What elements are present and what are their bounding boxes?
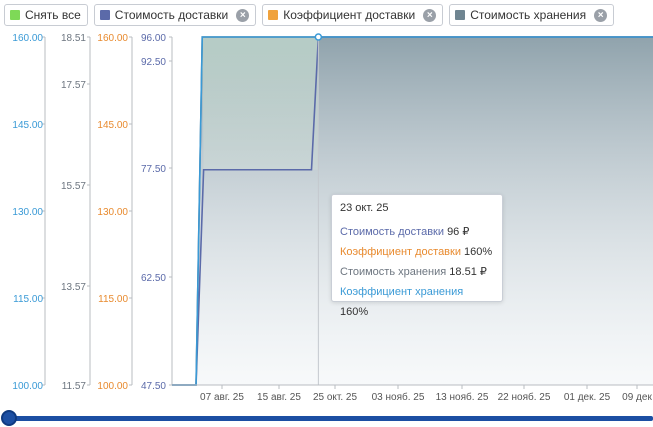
tooltip-row: Стоимость доставки 96 ₽: [340, 222, 494, 242]
y-tick-label: 18.51: [61, 33, 86, 44]
legend-label: Стоимость хранения: [470, 8, 587, 22]
legend: Снять все Стоимость доставки × Коэффицие…: [4, 4, 615, 26]
x-tick-label: 03 нояб. 25: [372, 391, 425, 403]
tooltip-row: Коэффициент хранения 160%: [340, 282, 494, 318]
y-tick-label: 130.00: [97, 207, 128, 218]
slider-handle[interactable]: [1, 410, 17, 426]
legend-item-delivery-cost[interactable]: Стоимость доставки ×: [93, 4, 257, 26]
y-tick-label: 62.50: [141, 273, 166, 284]
x-tick-label: 01 дек. 25: [564, 392, 611, 403]
legend-item-delivery-coef[interactable]: Коэффициент доставки ×: [262, 4, 444, 26]
select-all-button[interactable]: Снять все: [4, 4, 88, 26]
x-tick-label: 07 авг. 25: [200, 392, 244, 403]
x-tick-label: 25 окт. 25: [313, 392, 358, 403]
remove-icon[interactable]: ×: [423, 8, 437, 22]
legend-swatch: [268, 10, 279, 20]
y-tick-label: 92.50: [141, 57, 166, 68]
y-tick-label: 13.57: [61, 282, 86, 293]
tooltip-value: 160%: [340, 306, 369, 318]
tooltip-label: Коэффициент доставки: [340, 246, 461, 258]
tooltip-label: Коэффициент хранения: [340, 286, 464, 298]
remove-icon[interactable]: ×: [236, 8, 250, 22]
delivery-cost-area: [202, 37, 319, 170]
select-all-swatch: [10, 10, 20, 20]
hover-point: [314, 33, 323, 41]
legend-label: Коэффициент доставки: [283, 8, 416, 22]
y-tick-label: 96.00: [141, 33, 166, 44]
tooltip-label: Стоимость хранения: [340, 266, 447, 278]
tooltip-value: 96 ₽: [447, 226, 470, 238]
y-tick-label: 115.00: [98, 294, 128, 305]
legend-item-storage-cost[interactable]: Стоимость хранения ×: [449, 4, 615, 26]
tooltip: 23 окт. 25 Стоимость доставки 96 ₽ Коэфф…: [331, 194, 503, 318]
legend-label: Стоимость доставки: [114, 8, 229, 22]
legend-swatch: [99, 10, 110, 20]
tooltip-date: 23 окт. 25: [340, 202, 389, 214]
x-tick-label: 13 нояб. 25: [436, 391, 489, 403]
y-tick-label: 145.00: [12, 120, 43, 131]
y-tick-label: 17.57: [61, 80, 86, 91]
tooltip-label: Стоимость доставки: [340, 226, 444, 238]
y-tick-label: 100.00: [97, 381, 128, 392]
y-tick-label: 15.57: [61, 181, 86, 192]
select-all-label: Снять все: [25, 8, 81, 22]
range-slider[interactable]: [0, 410, 653, 426]
tooltip-row: Стоимость хранения 18.51 ₽: [340, 262, 494, 282]
x-tick-label: 15 авг. 25: [257, 392, 301, 403]
y-tick-label: 100.00: [12, 381, 43, 392]
chart: 160.00 145.00 130.00 115.00 100.00 18.51 17.57…: [12, 33, 653, 403]
y-tick-label: 47.50: [141, 381, 166, 392]
legend-swatch: [455, 10, 466, 20]
y-tick-label: 77.50: [141, 164, 166, 175]
y-tick-label: 145.00: [97, 120, 128, 131]
tooltip-row: Коэффициент доставки 160%: [340, 242, 494, 262]
y-tick-label: 160.00: [12, 33, 43, 44]
y-tick-label: 160.00: [97, 33, 128, 44]
x-tick-label: 22 нояб. 25: [498, 391, 551, 403]
slider-track[interactable]: [6, 416, 653, 421]
y-tick-label: 115.00: [13, 294, 43, 305]
remove-icon[interactable]: ×: [594, 8, 608, 22]
y-tick-label: 11.57: [62, 381, 87, 392]
tooltip-value: 18.51 ₽: [449, 266, 487, 278]
x-tick-label: 09 дек: [622, 392, 652, 403]
tooltip-value: 160%: [464, 246, 493, 258]
y-tick-label: 130.00: [12, 207, 43, 218]
